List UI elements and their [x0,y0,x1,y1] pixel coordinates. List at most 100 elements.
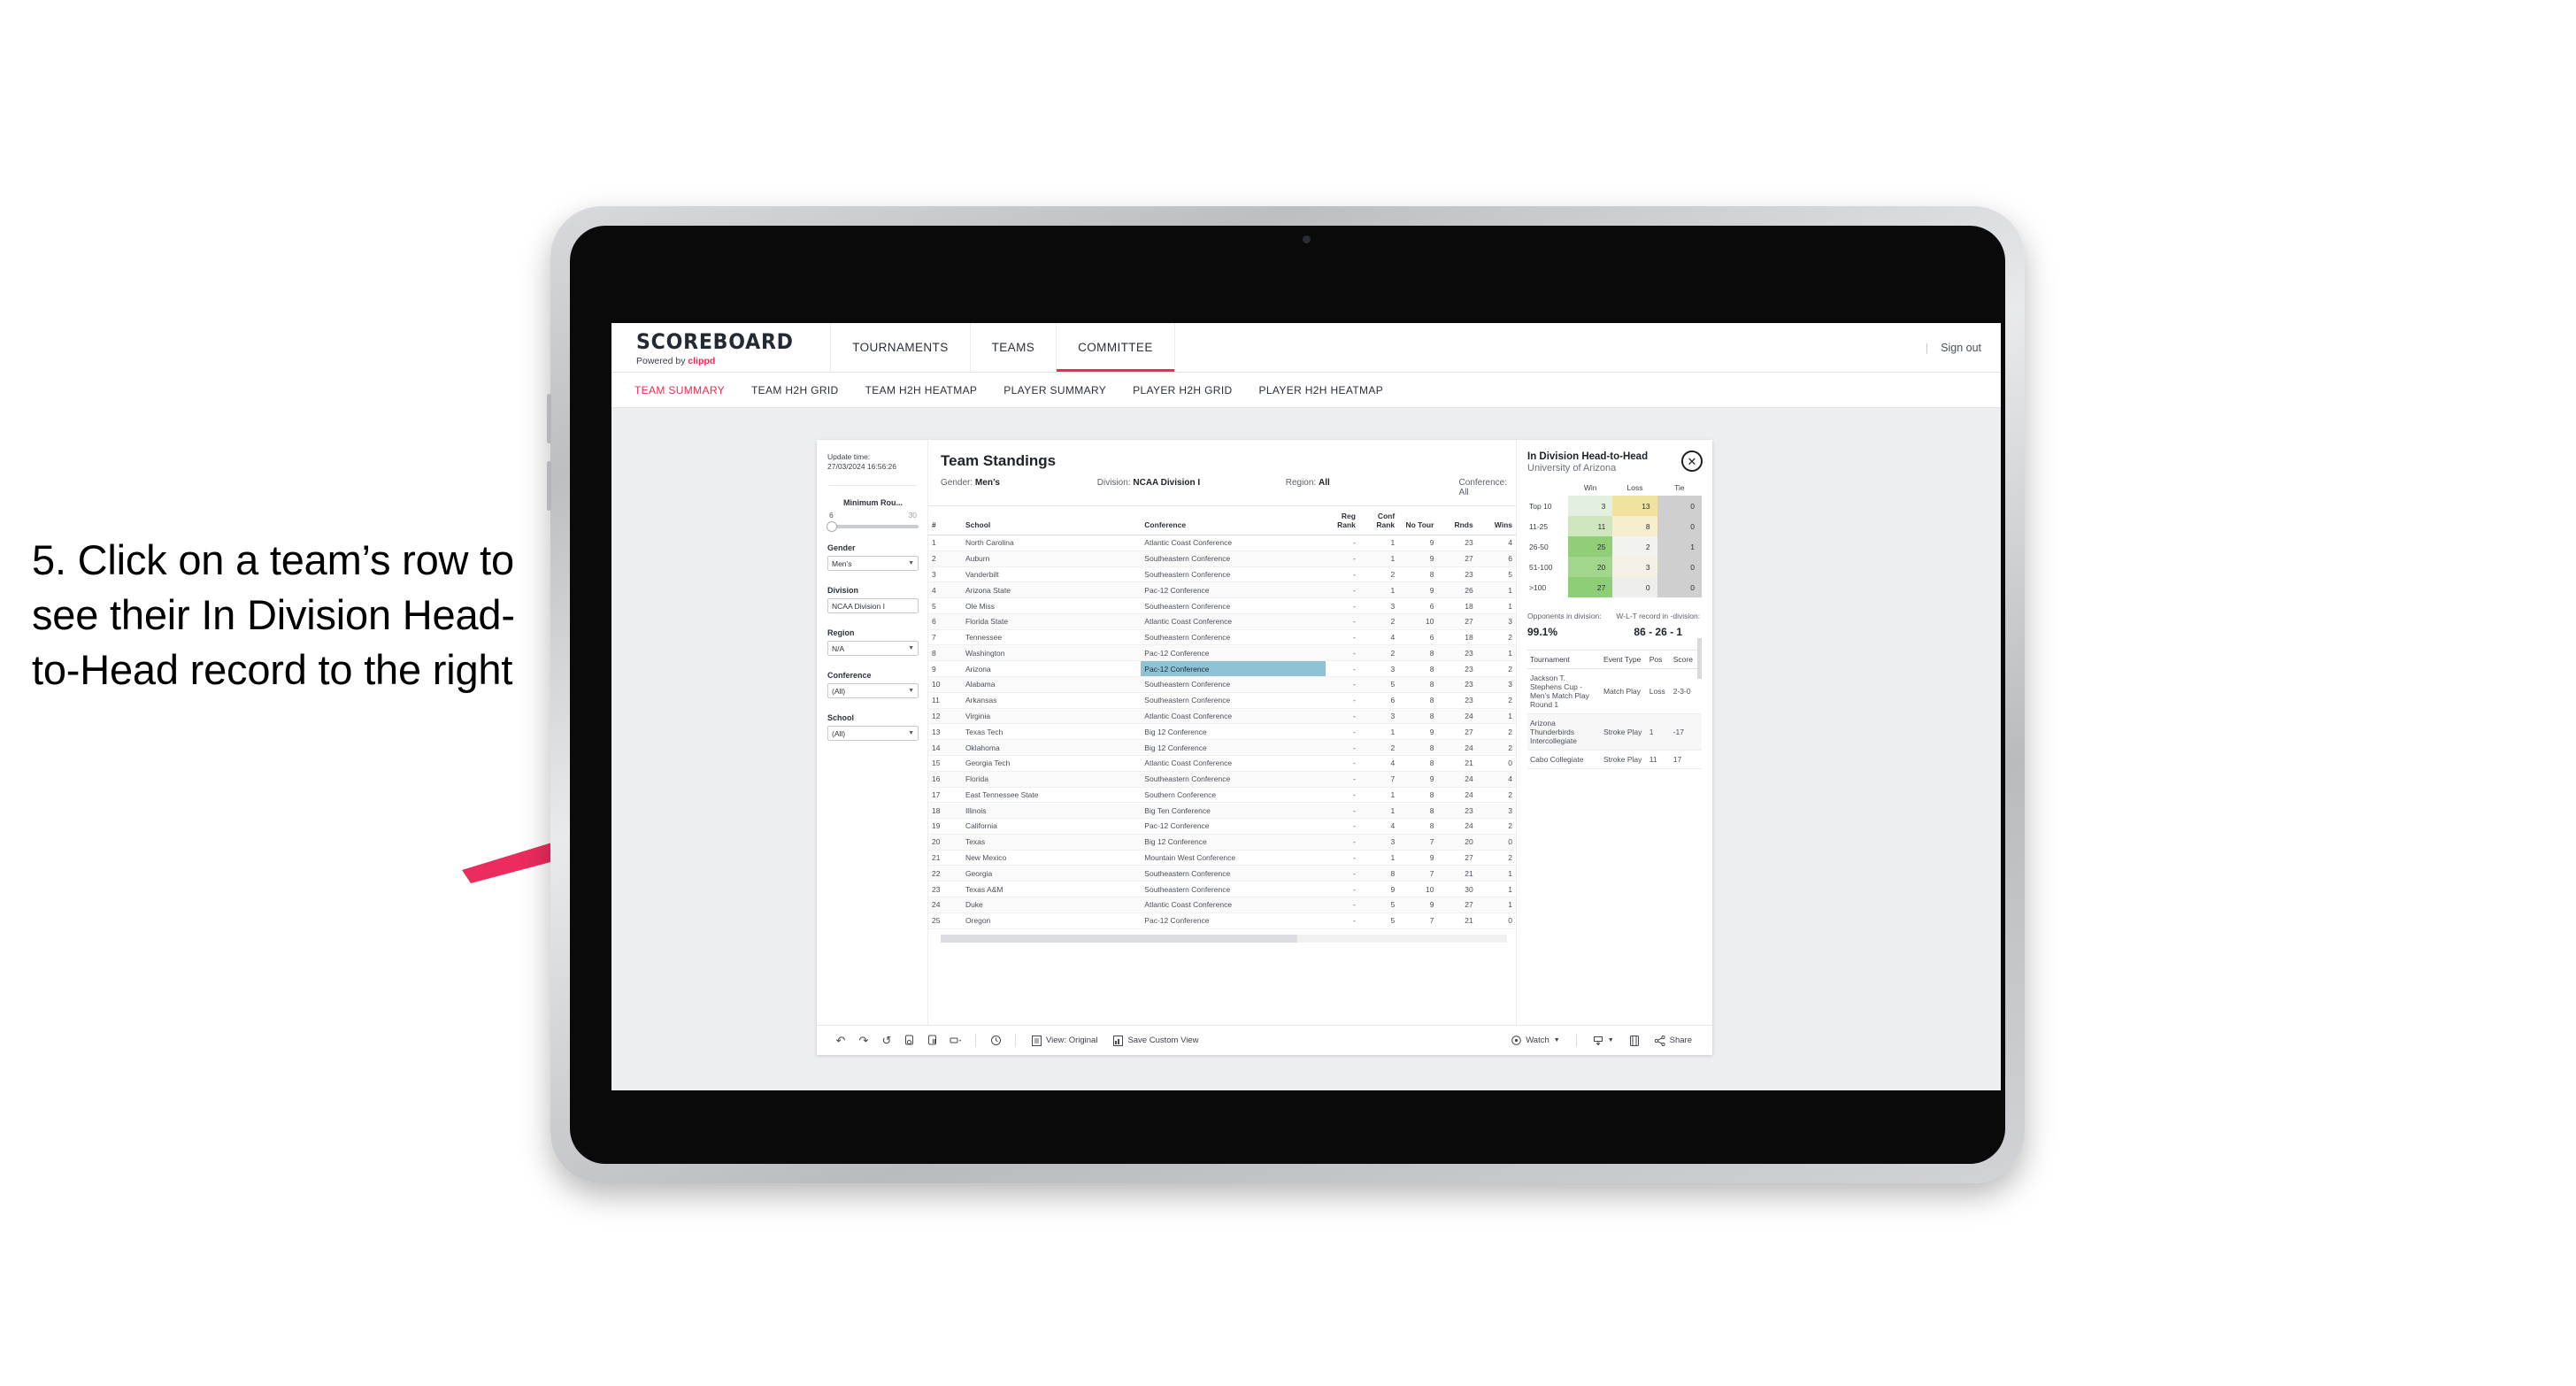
th-conference[interactable]: Conference [1141,505,1326,535]
share-icon [1654,1035,1665,1046]
nav-item-tournaments[interactable]: TOURNAMENTS [831,323,971,372]
table-row[interactable]: 2 Auburn Southeastern Conference -1 9 27 6 [928,551,1516,567]
tournament-cell-name: Arizona Thunderbirds Intercollegiate [1527,713,1601,751]
close-icon[interactable]: ✕ [1681,450,1703,472]
table-row[interactable]: 19 California Pac-12 Conference -4 8 24 2 [928,818,1516,835]
table-row[interactable]: 18 Illinois Big Ten Conference -1 8 23 3 [928,802,1516,820]
table-row[interactable]: 9 Arizona Pac-12 Conference -3 8 23 2 [928,660,1516,678]
tab-team-summary[interactable]: TEAM SUMMARY [634,384,725,397]
device-preview-button[interactable] [1622,1035,1647,1046]
cell-rnds: 23 [1437,660,1477,678]
share-label: Share [1669,1036,1692,1045]
h2h-table-body: Top 10 3 13 0 11-25 11 8 0 26-50 25 2 1 51-100 20 3 0 >1… [1527,496,1702,597]
table-row[interactable]: 17 East Tennessee State Southern Conferenc… [928,787,1516,804]
nav-item-committee[interactable]: COMMITTEE [1057,323,1175,372]
cell-reg: - [1325,644,1359,662]
tournament-row[interactable]: Cabo Collegiate Stroke Play 11 17 [1527,750,1702,769]
standings-table-head: # School Conference Reg Rank Conf Rank N… [928,505,1516,535]
tab-player-h2h-grid[interactable]: PLAYER H2H GRID [1133,384,1232,397]
table-row[interactable]: 10 Alabama Southeastern Conference -5 8 23 3 [928,676,1516,693]
wlt-value: 86 - 26 - 1 [1634,626,1683,638]
watch-button[interactable]: Watch ▼ [1503,1036,1568,1045]
revert-icon[interactable]: ↺ [875,1034,898,1048]
download-button[interactable]: ▼ [1585,1036,1622,1046]
table-row[interactable]: 23 Texas A&M Southeastern Conference -9 10 30… [928,881,1516,897]
th-school[interactable]: School [961,505,1142,535]
th-wins[interactable]: Wins [1476,505,1516,535]
th-rank[interactable]: # [928,505,962,535]
tournament-table: Tournament Event Type Pos Score Jackson … [1527,650,1702,769]
nav-item-teams[interactable]: TEAMS [971,323,1057,372]
slider-handle[interactable] [827,521,837,533]
refresh-data-icon[interactable] [898,1035,921,1046]
table-row[interactable]: 1 North Carolina Atlantic Coast Conference… [928,535,1516,551]
table-row[interactable]: 22 Georgia Southeastern Conference -8 7 21 1 [928,865,1516,882]
cell-notour: 9 [1398,897,1438,913]
volume-button[interactable] [547,394,551,443]
standings-header-row: # School Conference Reg Rank Conf Rank N… [928,505,1516,535]
th-conf-rank[interactable]: Conf Rank [1358,505,1399,535]
th-reg-rank[interactable]: Reg Rank [1325,505,1359,535]
tab-player-summary[interactable]: PLAYER SUMMARY [1003,384,1106,397]
table-row[interactable]: 11 Arkansas Southeastern Conference -6 8 23 2 [928,692,1516,709]
tournament-row[interactable]: Arizona Thunderbirds Intercollegiate Stro… [1527,713,1702,751]
h2h-stats-row: Opponents in division: 99.1% W-L-T recor… [1527,612,1702,638]
cell-rank: 10 [928,676,962,693]
undo-icon[interactable]: ↶ [829,1034,852,1048]
tournament-scrollbar[interactable] [1697,638,1702,679]
view-original-button[interactable]: View: Original [1024,1035,1105,1046]
gender-select[interactable]: Men’s ▼ [827,556,919,572]
cell-rank: 7 [928,629,962,646]
cell-confrank: 8 [1358,865,1399,882]
cell-school: North Carolina [961,535,1142,551]
h2h-cell-tie: 1 [1657,536,1702,557]
volume-button-2[interactable] [547,461,551,511]
table-row[interactable]: 20 Texas Big 12 Conference -3 7 20 0 [928,834,1516,851]
division-select[interactable]: NCAA Division I [827,598,919,614]
cell-conf: Big 12 Conference [1141,739,1326,756]
table-row[interactable]: 14 Oklahoma Big 12 Conference -2 8 24 2 [928,739,1516,756]
rectangle-select-icon[interactable] [944,1036,967,1045]
tab-player-h2h-heatmap[interactable]: PLAYER H2H HEATMAP [1259,384,1384,397]
table-row[interactable]: 6 Florida State Atlantic Coast Conference -… [928,613,1516,630]
sign-out-link[interactable]: Sign out [1941,342,1981,354]
minimum-rounds-slider[interactable] [827,521,919,533]
table-row[interactable]: 16 Florida Southeastern Conference -7 9 24 4 [928,771,1516,788]
cell-rnds: 18 [1437,629,1477,646]
clock-history-icon[interactable] [984,1035,1007,1046]
table-row[interactable]: 15 Georgia Tech Atlantic Coast Conference -… [928,755,1516,772]
school-select[interactable]: (All) ▼ [827,726,919,742]
cell-school: California [961,818,1142,835]
table-row[interactable]: 7 Tennessee Southeastern Conference -4 6 18 2 [928,629,1516,646]
table-row[interactable]: 12 Virginia Atlantic Coast Conference -3 8 24… [928,708,1516,725]
cell-rnds: 21 [1437,865,1477,882]
table-row[interactable]: 24 Duke Atlantic Coast Conference -5 9 27 1 [928,897,1516,913]
region-select[interactable]: N/A ▼ [827,641,919,657]
cell-rnds: 27 [1437,723,1477,741]
table-row[interactable]: 25 Oregon Pac-12 Conference -5 7 21 0 [928,912,1516,929]
brand-logo[interactable]: SCOREBOARD Powered by clippd [611,323,832,372]
table-row[interactable]: 21 New Mexico Mountain West Conference -1 9 2… [928,850,1516,866]
table-row[interactable]: 8 Washington Pac-12 Conference -2 8 23 1 [928,644,1516,662]
cell-rnds: 23 [1437,676,1477,693]
tab-team-h2h-grid[interactable]: TEAM H2H GRID [751,384,839,397]
pause-updates-icon[interactable] [921,1035,944,1046]
th-no-tour[interactable]: No Tour [1398,505,1438,535]
table-row[interactable]: 5 Ole Miss Southeastern Conference -3 6 18 1 [928,597,1516,614]
scrollbar-thumb[interactable] [941,934,1298,943]
cell-wins: 2 [1476,739,1516,756]
share-button[interactable]: Share [1647,1035,1700,1046]
cell-reg: - [1325,692,1359,709]
conference-select[interactable]: (All) ▼ [827,683,919,699]
cell-reg: - [1325,566,1359,583]
redo-icon[interactable]: ↷ [852,1034,875,1048]
table-row[interactable]: 4 Arizona State Pac-12 Conference -1 9 26 1 [928,581,1516,599]
table-row[interactable]: 3 Vanderbilt Southeastern Conference -2 8 23 5 [928,566,1516,583]
horizontal-scrollbar[interactable] [941,934,1507,943]
cell-rank: 2 [928,551,962,567]
tournament-row[interactable]: Jackson T. Stephens Cup - Men’s Match Pl… [1527,668,1702,714]
tab-team-h2h-heatmap[interactable]: TEAM H2H HEATMAP [865,384,978,397]
save-custom-view-button[interactable]: Save Custom View [1105,1035,1206,1046]
table-row[interactable]: 13 Texas Tech Big 12 Conference -1 9 27 2 [928,723,1516,741]
th-rnds[interactable]: Rnds [1437,505,1477,535]
